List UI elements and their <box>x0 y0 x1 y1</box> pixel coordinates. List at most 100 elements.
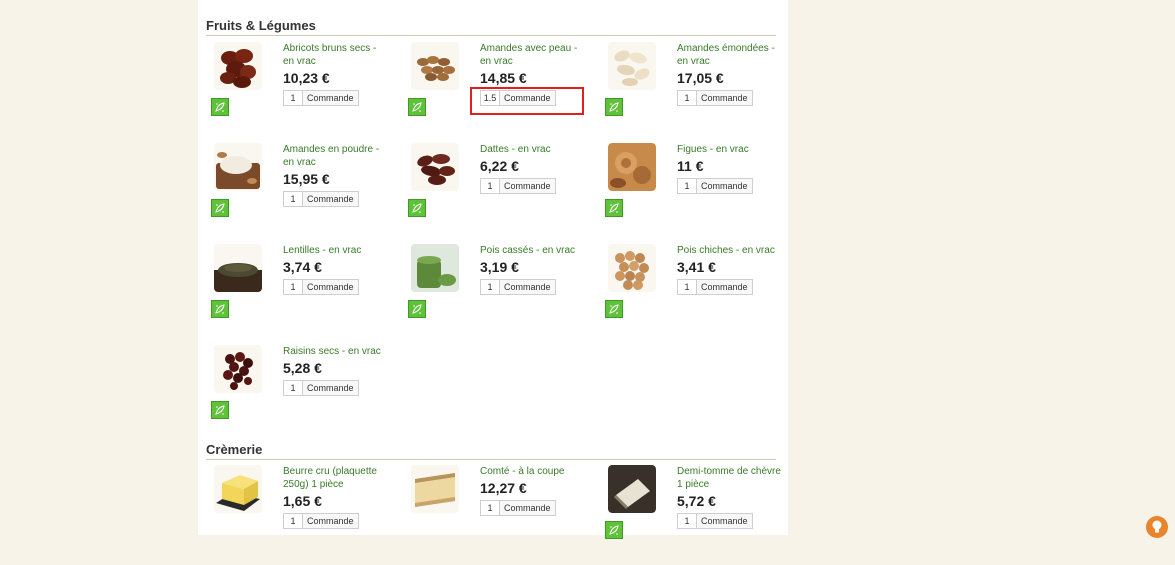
order-button[interactable]: Commande <box>303 191 359 207</box>
quantity-input[interactable] <box>283 513 303 529</box>
quantity-input[interactable] <box>677 279 697 295</box>
product-card-abricots: Abricots bruns secs - en vrac 10,23 € Co… <box>208 42 398 142</box>
section-divider <box>206 459 776 460</box>
order-form: Commande <box>283 380 388 396</box>
product-name[interactable]: Amandes avec peau - en vrac <box>480 42 585 68</box>
product-card-dattes: Dattes - en vrac 6,22 € Commande <box>405 143 595 243</box>
bio-leaf-icon <box>408 98 426 116</box>
order-form: Commande <box>480 178 585 194</box>
quantity-input[interactable] <box>480 178 500 194</box>
product-image-figues[interactable] <box>608 143 656 191</box>
product-card-beurre-cru: Beurre cru (plaquette 250g) 1 pièce 1,65… <box>208 465 398 565</box>
product-image-beurre-cru[interactable] <box>214 465 262 513</box>
quantity-input[interactable] <box>283 380 303 396</box>
order-button[interactable]: Commande <box>697 90 753 106</box>
bio-leaf-icon <box>605 98 623 116</box>
product-name[interactable]: Demi-tomme de chèvre 1 pièce <box>677 465 782 491</box>
product-image-demi-tomme[interactable] <box>608 465 656 513</box>
product-name[interactable]: Amandes en poudre - en vrac <box>283 143 388 169</box>
product-card-amandes-emondees: Amandes émondées - en vrac 17,05 € Comma… <box>602 42 792 142</box>
order-button[interactable]: Commande <box>500 500 556 516</box>
order-button[interactable]: Commande <box>697 178 753 194</box>
order-form: Commande <box>480 500 585 516</box>
product-card-raisins-secs: Raisins secs - en vrac 5,28 € Commande <box>208 345 398 445</box>
product-price: 17,05 € <box>677 70 724 86</box>
product-image-raisins-secs[interactable] <box>214 345 262 393</box>
product-price: 1,65 € <box>283 493 322 509</box>
product-price: 12,27 € <box>480 480 527 496</box>
quantity-input[interactable] <box>283 279 303 295</box>
product-name[interactable]: Pois chiches - en vrac <box>677 244 782 257</box>
bio-leaf-icon <box>605 521 623 539</box>
product-image-amandes-poudre[interactable] <box>214 143 262 191</box>
product-name[interactable]: Raisins secs - en vrac <box>283 345 388 358</box>
quantity-input[interactable] <box>480 500 500 516</box>
order-button[interactable]: Commande <box>697 279 753 295</box>
order-form: Commande <box>283 90 388 106</box>
bio-leaf-icon <box>211 98 229 116</box>
quantity-input[interactable] <box>283 90 303 106</box>
bio-leaf-icon <box>605 199 623 217</box>
product-price: 3,74 € <box>283 259 322 275</box>
product-card-amandes-poudre: Amandes en poudre - en vrac 15,95 € Comm… <box>208 143 398 243</box>
order-button[interactable]: Commande <box>697 513 753 529</box>
product-image-pois-chiches[interactable] <box>608 244 656 292</box>
bio-leaf-icon <box>605 300 623 318</box>
highlight-box <box>470 87 584 115</box>
order-button[interactable]: Commande <box>303 279 359 295</box>
product-card-lentilles: Lentilles - en vrac 3,74 € Commande <box>208 244 398 344</box>
product-price: 5,72 € <box>677 493 716 509</box>
quantity-input[interactable] <box>677 178 697 194</box>
product-price: 15,95 € <box>283 171 330 187</box>
product-image-amandes-peau[interactable] <box>411 42 459 90</box>
product-price: 6,22 € <box>480 158 519 174</box>
product-image-comte[interactable] <box>411 465 459 513</box>
product-price: 5,28 € <box>283 360 322 376</box>
quantity-input[interactable] <box>677 513 697 529</box>
section-title-fruits-legumes: Fruits & Légumes <box>206 18 316 33</box>
bio-leaf-icon <box>408 300 426 318</box>
product-name[interactable]: Figues - en vrac <box>677 143 782 156</box>
product-price: 10,23 € <box>283 70 330 86</box>
quantity-input[interactable] <box>677 90 697 106</box>
order-form: Commande <box>677 513 782 529</box>
order-button[interactable]: Commande <box>303 90 359 106</box>
product-image-pois-casses[interactable] <box>411 244 459 292</box>
order-form: Commande <box>677 90 782 106</box>
quantity-input[interactable] <box>480 279 500 295</box>
product-name[interactable]: Amandes émondées - en vrac <box>677 42 782 68</box>
order-button[interactable]: Commande <box>303 380 359 396</box>
product-image-dattes[interactable] <box>411 143 459 191</box>
section-title-cremerie: Crèmerie <box>206 442 263 457</box>
product-image-abricots[interactable] <box>214 42 262 90</box>
order-form: Commande <box>677 279 782 295</box>
product-card-comte: Comté - à la coupe 12,27 € Commande <box>405 465 595 565</box>
order-button[interactable]: Commande <box>500 279 556 295</box>
order-button[interactable]: Commande <box>500 178 556 194</box>
product-image-amandes-emondees[interactable] <box>608 42 656 90</box>
product-catalog: Fruits & Légumes Abricots bruns secs - e… <box>198 0 788 539</box>
product-name[interactable]: Comté - à la coupe <box>480 465 585 478</box>
order-button[interactable]: Commande <box>303 513 359 529</box>
product-card-figues: Figues - en vrac 11 € Commande <box>602 143 792 243</box>
order-form: Commande <box>283 513 388 529</box>
quantity-input[interactable] <box>283 191 303 207</box>
product-price: 11 € <box>677 158 704 174</box>
order-form: Commande <box>283 279 388 295</box>
product-image-lentilles[interactable] <box>214 244 262 292</box>
product-name[interactable]: Beurre cru (plaquette 250g) 1 pièce <box>283 465 388 491</box>
product-price: 14,85 € <box>480 70 527 86</box>
product-name[interactable]: Abricots bruns secs - en vrac <box>283 42 388 68</box>
order-form: Commande <box>480 279 585 295</box>
order-form: Commande <box>677 178 782 194</box>
product-name[interactable]: Lentilles - en vrac <box>283 244 388 257</box>
product-name[interactable]: Dattes - en vrac <box>480 143 585 156</box>
product-card-demi-tomme: Demi-tomme de chèvre 1 pièce 5,72 € Comm… <box>602 465 792 565</box>
bio-leaf-icon <box>211 300 229 318</box>
product-card-pois-casses: Pois cassés - en vrac 3,19 € Commande <box>405 244 595 344</box>
product-price: 3,41 € <box>677 259 716 275</box>
bio-leaf-icon <box>211 401 229 419</box>
product-name[interactable]: Pois cassés - en vrac <box>480 244 585 257</box>
section-divider <box>206 35 776 36</box>
bio-leaf-icon <box>211 199 229 217</box>
